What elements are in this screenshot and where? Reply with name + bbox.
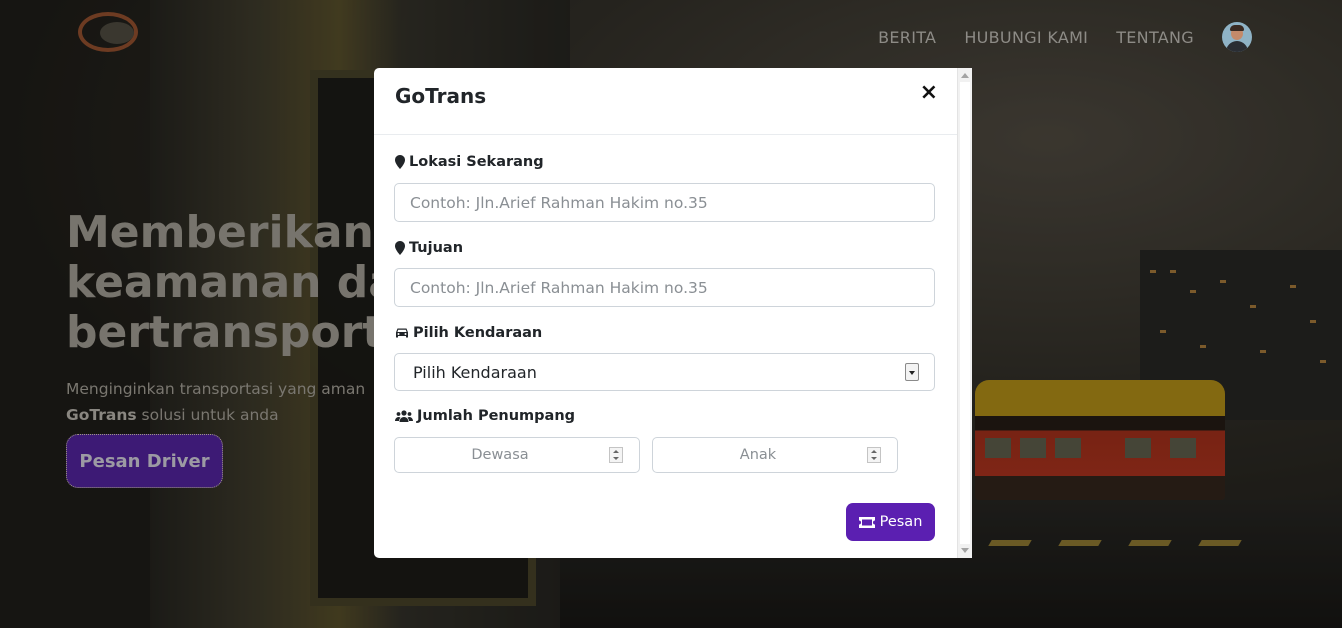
hero-subtitle-brand: GoTrans (66, 406, 137, 424)
nav-link-berita[interactable]: BERITA (878, 28, 936, 47)
brand-logo[interactable] (78, 12, 138, 52)
anak-input[interactable] (653, 438, 863, 472)
kendaraan-label: Pilih Kendaraan (395, 325, 542, 341)
lokasi-sekarang-input[interactable] (394, 183, 935, 222)
modal-scrollbar[interactable] (957, 68, 972, 558)
chevron-down-icon[interactable] (905, 363, 919, 381)
kendaraan-label-text: Pilih Kendaraan (413, 325, 543, 341)
scrollbar-thumb[interactable] (960, 82, 970, 544)
nav-link-tentang[interactable]: TENTANG (1116, 28, 1194, 47)
pesan-driver-button[interactable]: Pesan Driver (66, 434, 223, 488)
modal-header: GoTrans × (374, 68, 957, 135)
close-icon[interactable]: × (920, 82, 938, 104)
spinner-arrows-icon[interactable] (867, 447, 881, 463)
ticket-icon (858, 516, 875, 528)
top-nav: BERITA HUBUNGI KAMI TENTANG (878, 22, 1252, 52)
tujuan-label: Tujuan (395, 240, 463, 256)
penumpang-label-text: Jumlah Penumpang (417, 408, 576, 424)
anak-stepper[interactable] (652, 437, 898, 473)
hero-subtitle-line2: solusi untuk anda (136, 406, 279, 424)
scroll-down-icon[interactable] (961, 548, 969, 553)
tujuan-label-text: Tujuan (409, 240, 464, 256)
tujuan-input[interactable] (394, 268, 935, 307)
kendaraan-select-value: Pilih Kendaraan (413, 363, 537, 382)
spinner-arrows-icon[interactable] (609, 447, 623, 463)
map-marker-icon (395, 241, 405, 255)
car-icon (396, 328, 408, 338)
user-avatar[interactable] (1222, 22, 1252, 52)
hero-subtitle-line1: Menginginkan transportasi yang aman (66, 380, 366, 398)
scroll-up-icon[interactable] (961, 73, 969, 78)
pesan-submit-label: Pesan (879, 514, 923, 530)
lokasi-label: Lokasi Sekarang (395, 154, 544, 170)
modal-title: GoTrans (395, 84, 487, 108)
dewasa-input[interactable] (395, 438, 605, 472)
dewasa-stepper[interactable] (394, 437, 640, 473)
lokasi-label-text: Lokasi Sekarang (409, 154, 544, 170)
map-marker-icon (395, 155, 405, 169)
kendaraan-select[interactable]: Pilih Kendaraan (394, 353, 935, 391)
nav-link-hubungi-kami[interactable]: HUBUNGI KAMI (964, 28, 1088, 47)
pesan-submit-button[interactable]: Pesan (846, 503, 935, 541)
penumpang-label: Jumlah Penumpang (395, 408, 575, 424)
booking-modal: GoTrans × Lokasi Sekarang Tujuan Pilih K… (374, 68, 957, 558)
users-icon (395, 410, 413, 422)
